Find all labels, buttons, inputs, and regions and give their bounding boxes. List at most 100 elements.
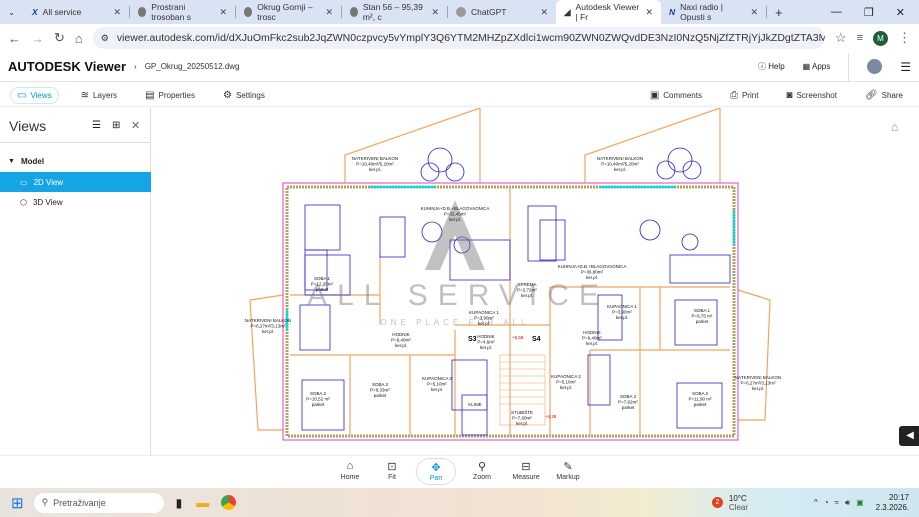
markup-tool-button[interactable]: ✎ Markup [548,460,588,481]
site-info-icon[interactable]: ⚙ [101,33,109,44]
url-input[interactable]: ⚙ viewer.autodesk.com/id/dXJuOmFkc2sub2Jq… [92,27,825,49]
views-panel: Views ☰ ⊞ ✕ ▼ Model ▭ 2D View ⬡ 3D View [0,108,151,455]
help-button[interactable]: ⓘ Help [758,61,785,72]
room-name-label: SOBA 2 [692,391,709,396]
new-tab-button[interactable]: + [767,0,791,24]
room-name-label: NATKRIVENI BALKON [597,156,643,161]
room-detail-label: ker.pl. [449,217,461,222]
room-detail-label: P=2,72m² [517,288,537,293]
fit-icon: ⊡ [387,461,397,473]
grid-view-icon[interactable]: ⊞ [112,120,120,131]
comments-button[interactable]: ▣ Comments [644,88,708,103]
wifi-icon[interactable]: ≈ [835,498,839,507]
tab-autodesk-viewer[interactable]: ◢ Autodesk Viewer | Fr ✕ [556,0,661,24]
monitor-icon: ▭ [17,89,27,101]
fit-tool-button[interactable]: ⊡ Fit [372,460,412,481]
task-view-icon[interactable]: ▮ [176,496,183,510]
tab-all-service[interactable]: X All service ✕ [24,0,129,24]
chevron-up-icon[interactable]: ^ [814,498,818,507]
profile-avatar[interactable]: M [873,30,888,46]
settings-button[interactable]: ⚙ Settings [217,88,271,103]
chrome-icon[interactable] [221,495,237,510]
home-icon[interactable]: ⌂ [75,31,83,46]
room-detail-label: ker.pl. [586,275,598,280]
room-detail-label: ker.pl. [586,341,598,346]
pan-tool-button[interactable]: ✥ Pan [416,458,456,485]
measure-tool-button[interactable]: ⊟ Measure [506,460,546,481]
home-tool-button[interactable]: ⌂ Home [330,460,370,481]
close-tab-icon[interactable]: ✕ [645,7,653,18]
close-tab-icon[interactable]: ✕ [113,7,121,18]
viewcube-home-icon[interactable]: ⌂ [891,120,898,134]
taskbar-search[interactable]: ⚲ Pretraživanje [33,492,164,513]
hamburger-menu-icon[interactable]: ☰ [900,60,911,74]
tab-list-button[interactable]: ⌄ [0,0,24,24]
close-tab-icon[interactable]: ✕ [431,7,439,18]
restore-icon[interactable]: ❐ [864,6,874,19]
share-button[interactable]: 🔗︎ Share [859,88,909,103]
close-panel-icon[interactable]: ✕ [131,119,140,132]
tab-prostrani[interactable]: Prostrani trosoban s ✕ [130,0,235,24]
back-icon[interactable]: ← [8,31,21,46]
windows-start-icon[interactable]: ⊞ [11,494,24,512]
close-tab-icon[interactable]: ✕ [219,7,227,18]
feedback-button[interactable]: ◀ [899,426,919,446]
room-detail-label: P=32,45m² [444,212,467,217]
zoom-tool-button[interactable]: ⚲ Zoom [462,460,502,481]
view-item-2d[interactable]: ▭ 2D View [0,172,151,192]
drawing-canvas[interactable]: ALL SERVICE ONE PLACE FOR ALL NATKRIVENI… [151,108,919,455]
properties-icon: ▤ [145,89,155,101]
tray-app-icon[interactable]: ◔ [824,498,829,507]
room-name-label: HODNIK [583,330,601,335]
close-window-icon[interactable]: ✕ [896,6,905,19]
user-avatar[interactable] [867,59,883,74]
close-tab-icon[interactable]: ✕ [540,7,548,18]
windows-taskbar: ⊞ ⚲ Pretraživanje ▮ ▬ 2 10°C Clear ^ ◔ ≈ 🔊… [0,488,919,517]
properties-button[interactable]: ▤ Properties [139,88,201,103]
chevron-down-icon: ⌄ [8,6,16,17]
tree-group-model[interactable]: ▼ Model [0,151,151,171]
forward-icon[interactable]: → [31,31,44,46]
battery-icon[interactable]: ▣ [856,498,864,507]
close-tab-icon[interactable]: ✕ [750,7,758,18]
weather-widget[interactable]: 10°C Clear [729,494,748,512]
close-tab-icon[interactable]: ✕ [325,7,333,18]
room-detail-label: P=10,52 m² [306,397,330,402]
menu-icon[interactable]: ⋮ [898,30,911,46]
room-name-label: HODNIK [392,332,410,337]
list-view-icon[interactable]: ☰ [92,120,101,131]
layers-icon: ≋ [80,89,90,101]
tab-stan[interactable]: Stan 56 – 95,39 m², c ✕ [342,0,447,24]
star-icon[interactable]: ☆ [835,30,847,46]
room-detail-label: P=6,27m²/3,13m² [741,381,776,386]
autodesk-logo[interactable]: AUTODESK Viewer [8,59,126,74]
clock[interactable]: 20:17 2.3.2026. [876,493,909,513]
weather-badge[interactable]: 2 [711,497,723,508]
media-icon[interactable]: ≡ [857,32,863,44]
navigation-toolbar: ⌂ Home ⊡ Fit ✥ Pan ⚲ Zoom ⊟ Measure ✎ Markup [0,455,919,488]
browser-tab-bar: ⌄ X All service ✕ Prostrani trosoban s ✕ Ok… [0,0,919,24]
tab-okrug[interactable]: Okrug Gornji – trosc ✕ [236,0,341,24]
tab-naxi-radio[interactable]: N Naxi radio | Opusti s ✕ [661,0,766,24]
room-name-label: SOBA 3 [620,394,637,399]
room-name-label: KUPAONICA 2 [551,374,581,379]
reload-icon[interactable]: ↻ [54,30,65,46]
view-item-3d[interactable]: ⬡ 3D View [0,192,151,212]
level-mark: +4,28 [545,414,557,419]
help-icon: ⓘ [757,62,766,71]
room-name-label: SOBA 2 [310,391,327,396]
chatgpt-icon [456,7,466,17]
layers-button[interactable]: ≋ Layers [75,88,123,103]
room-detail-label: ker.pl. [521,293,533,298]
apps-button[interactable]: ▦ Apps [803,62,831,71]
naxi-icon: N [669,7,676,17]
views-button[interactable]: ▭ Views [10,86,59,104]
screenshot-button[interactable]: ◙ Screenshot [780,88,843,103]
tab-chatgpt[interactable]: ChatGPT ✕ [448,0,556,24]
volume-icon[interactable]: 🔊︎ [845,498,850,508]
print-button[interactable]: ⎙ Print [724,88,764,103]
file-explorer-icon[interactable]: ▬ [196,495,209,510]
address-bar-row: ← → ↻ ⌂ ⚙ viewer.autodesk.com/id/dXJuOmFk… [0,24,919,52]
room-detail-label: P=10,40m²/5,20m² [356,162,394,167]
minimize-icon[interactable]: — [831,6,842,19]
